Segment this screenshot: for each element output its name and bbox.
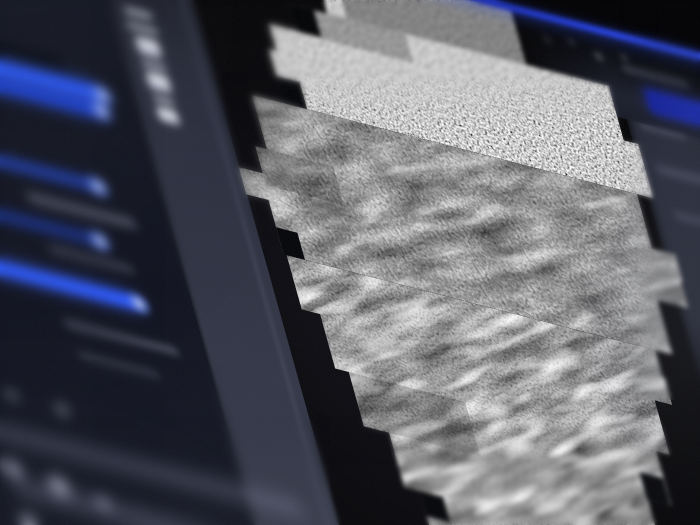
photo-grain	[0, 0, 700, 525]
photo-of-monitor	[0, 0, 700, 525]
